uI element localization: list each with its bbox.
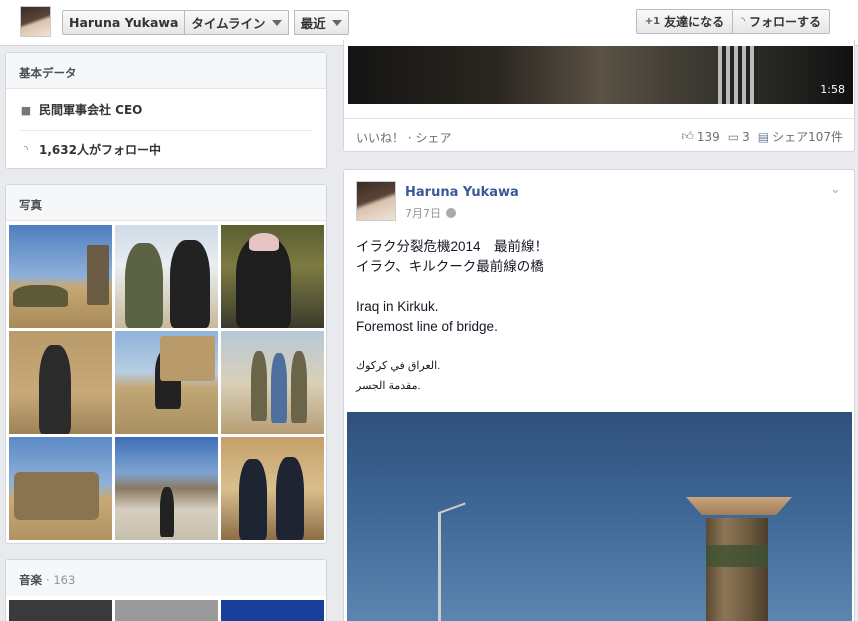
share-count[interactable]: シェア107件	[772, 128, 843, 145]
follow-label: フォローする	[748, 15, 821, 29]
crumb-recent-label: 最近	[300, 16, 326, 31]
post-action-bar: いいね！ · シェア 👍︎ 139 ▭ 3 ▤ シェア107件	[344, 118, 855, 152]
info-row-job: ■ 民間軍事会社 CEO	[19, 89, 313, 131]
photo-thumb[interactable]	[221, 225, 324, 328]
crumb-timeline-label: タイムライン	[191, 16, 266, 31]
crumb-profile-name[interactable]: Haruna Yukawa	[62, 10, 186, 35]
photo-thumb[interactable]	[9, 331, 112, 434]
photo-thumb[interactable]	[115, 225, 218, 328]
profile-avatar[interactable]	[20, 6, 51, 37]
post-line: Foremost line of bridge.	[356, 319, 498, 334]
video-player[interactable]: 1:58	[348, 46, 853, 104]
photo-street-lamp	[438, 512, 441, 621]
like-share-links[interactable]: いいね！ · シェア	[356, 129, 451, 146]
post-stats: 👍︎ 139 ▭ 3 ▤ シェア107件	[673, 128, 843, 145]
like-count[interactable]: 139	[697, 130, 720, 144]
basic-info-card: 基本データ ■ 民間軍事会社 CEO ◝ 1,632人がフォロー中	[5, 52, 327, 169]
photo-watchtower-top	[686, 497, 792, 515]
crumb-recent-dropdown[interactable]: 最近	[293, 10, 349, 35]
music-thumb[interactable]	[9, 600, 112, 621]
add-friend-button[interactable]: +1 友達になる	[635, 9, 734, 34]
globe-icon	[446, 208, 456, 218]
photo-thumb[interactable]	[9, 437, 112, 540]
followers-label[interactable]: 1,632人がフォロー中	[39, 141, 161, 158]
rss-icon: ◝	[23, 143, 29, 156]
post-date[interactable]: 7月7日	[405, 207, 441, 220]
thumbs-up-icon: 👍︎	[681, 129, 694, 143]
info-row-followers: ◝ 1,632人がフォロー中	[6, 131, 326, 167]
photo-thumb[interactable]	[221, 437, 324, 540]
photo-thumb[interactable]	[115, 437, 218, 540]
post-line: イラク、キルクーク最前線の橋	[356, 259, 544, 274]
briefcase-icon: ■	[20, 103, 32, 117]
post-author-name[interactable]: Haruna Yukawa	[405, 185, 519, 200]
photo-watchtower	[706, 518, 768, 621]
photos-title[interactable]: 写真	[6, 185, 326, 221]
music-title-label: 音楽	[19, 573, 42, 587]
crumb-timeline-dropdown[interactable]: タイムライン	[184, 10, 289, 35]
profile-actions: +1 友達になる ◝ フォローする	[635, 9, 830, 34]
comment-count[interactable]: 3	[742, 130, 750, 144]
post-body: イラク分裂危機2014 最前線！ イラク、キルクーク最前線の橋 Iraq in …	[356, 237, 548, 397]
chevron-down-icon[interactable]: ⌄	[830, 182, 841, 197]
breadcrumb: Haruna Yukawa タイムライン 最近	[62, 10, 349, 35]
music-thumb[interactable]	[115, 600, 218, 621]
follow-button[interactable]: ◝ フォローする	[732, 9, 830, 34]
post-line	[356, 337, 548, 357]
photo-grid	[9, 225, 324, 540]
photo-thumb[interactable]	[221, 331, 324, 434]
basic-info-title: 基本データ	[6, 53, 326, 89]
photo-thumb[interactable]	[9, 225, 112, 328]
music-title[interactable]: 音楽 · 163	[6, 560, 326, 596]
music-count: · 163	[46, 573, 76, 587]
music-thumb[interactable]	[221, 600, 324, 621]
rss-icon: ◝	[741, 16, 745, 27]
music-card: 音楽 · 163	[5, 559, 327, 621]
chevron-down-icon	[331, 19, 342, 26]
crumb-profile-label: Haruna Yukawa	[69, 15, 179, 30]
photo-thumb[interactable]	[115, 331, 218, 434]
add-friend-label: 友達になる	[664, 15, 725, 29]
post-line	[356, 277, 548, 297]
share-icon: ▤	[757, 129, 770, 144]
post-author-avatar[interactable]	[356, 181, 396, 221]
photo-watchtower-band	[706, 545, 768, 567]
chevron-down-icon	[271, 19, 282, 26]
post-photo[interactable]	[347, 412, 852, 621]
job-label[interactable]: 民間軍事会社 CEO	[39, 101, 142, 118]
comment-icon: ▭	[727, 129, 740, 144]
post-line: Iraq in Kirkuk.	[356, 299, 439, 314]
video-frame-detail	[718, 46, 758, 104]
post-line: イラク分裂危機2014 最前線！	[356, 239, 549, 254]
post-line-arabic: .مقدمة الجسر	[356, 380, 421, 392]
add-friend-icon: +1	[644, 16, 661, 27]
video-duration: 1:58	[820, 83, 845, 96]
post-line-arabic: .العراق في كركوك	[356, 360, 441, 372]
photos-card: 写真	[5, 184, 327, 544]
music-grid	[9, 600, 324, 621]
post-timestamp: 7月7日	[405, 205, 456, 221]
